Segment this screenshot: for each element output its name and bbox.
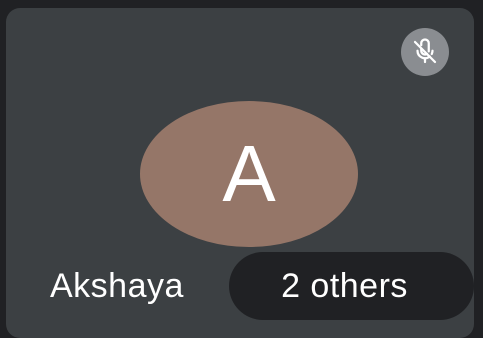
- others-button[interactable]: 2 others: [229, 252, 474, 320]
- avatar-initial: A: [222, 129, 276, 218]
- mic-off-glyph: [413, 38, 437, 64]
- participant-name: Akshaya: [50, 267, 184, 305]
- avatar: A: [140, 101, 358, 247]
- participant-tile[interactable]: A Akshaya 2 others: [6, 8, 474, 338]
- mic-off-icon: [401, 28, 449, 76]
- others-label: 2 others: [281, 267, 408, 305]
